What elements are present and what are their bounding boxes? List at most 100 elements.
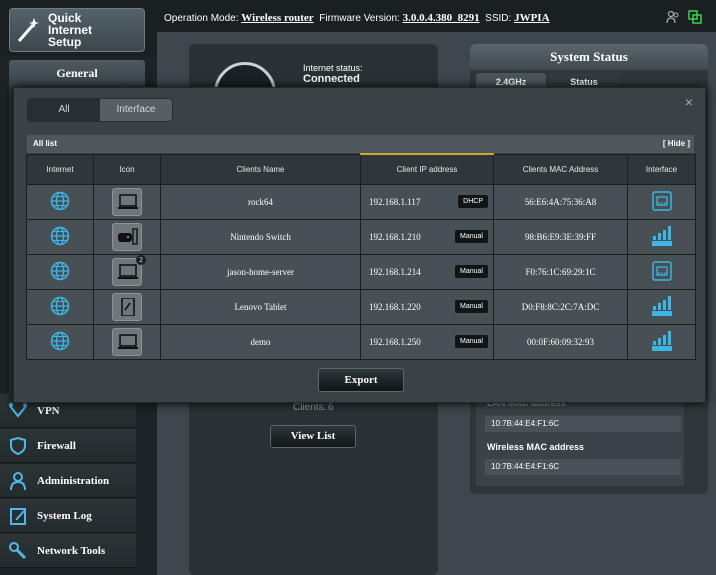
icon-cell[interactable] [93, 323, 161, 360]
list-header: All list [ Hide ] [27, 135, 694, 153]
operation-mode-label: Operation Mode: [164, 13, 239, 24]
interface-cell [627, 218, 696, 255]
tools-icon [9, 541, 27, 559]
general-header: General [9, 60, 145, 86]
laptop-icon[interactable]: 2 [112, 254, 146, 286]
icon-cell[interactable]: 2 [93, 253, 161, 290]
client-name[interactable]: demo [160, 323, 361, 360]
column-header-mac[interactable]: Clients MAC Address [493, 153, 628, 185]
client-ip: 192.168.1.214 [369, 266, 421, 277]
wifi-2.4g-icon [651, 330, 673, 354]
column-header-icon[interactable]: Icon [93, 153, 161, 185]
sidebar-item-label: Administration [37, 474, 110, 487]
view-list-button[interactable]: View List [270, 425, 356, 448]
table-row[interactable]: Lenovo Tablet 192.168.1.220 Manual D0:F8:8C… [26, 288, 696, 325]
shield-icon [10, 436, 26, 455]
vpn-icon [9, 402, 27, 418]
lan-mac-value: 10:7B:44:E4:F1:6C [485, 416, 681, 432]
internet-status-value: Connected [303, 73, 360, 85]
wireless-mac-label: Wireless MAC address [487, 442, 584, 452]
firmware-link[interactable]: 3.0.0.4.380_8291 [403, 12, 480, 24]
ssid-link[interactable]: JWPIA [514, 12, 549, 24]
ip-type-badge: Manual [455, 299, 488, 313]
globe-icon[interactable] [50, 331, 70, 353]
table-row[interactable]: 2 jason-home-server 192.168.1.214 Manual F0:… [26, 253, 696, 290]
sidebar-item-system-log[interactable]: System Log [0, 499, 136, 533]
table-row[interactable]: rock64 192.168.1.117 DHCP 56:E6:4A:75:36:A8 [26, 183, 696, 220]
icon-cell[interactable] [93, 218, 161, 255]
client-mac: 98:B6:E9:3E:39:FF [493, 218, 628, 255]
client-name[interactable]: Lenovo Tablet [160, 288, 361, 325]
client-list-modal: All Interface × All list [ Hide ] Intern… [13, 87, 706, 403]
globe-icon[interactable] [50, 296, 70, 318]
globe-icon[interactable] [50, 261, 70, 283]
magic-wand-icon [17, 18, 39, 42]
internet-status-label: Internet status: [303, 63, 363, 73]
internet-cell[interactable] [26, 218, 94, 255]
clients-count: 6 [328, 402, 334, 413]
table-row[interactable]: demo 192.168.1.250 Manual 00:0F:60:09:32:93 [26, 323, 696, 360]
users-icon[interactable] [666, 10, 680, 24]
gamepad-icon[interactable] [112, 222, 142, 251]
globe-icon[interactable] [50, 226, 70, 248]
client-mac: F0:76:1C:69:29:1C [493, 253, 628, 290]
operation-mode-link[interactable]: Wireless router [241, 12, 313, 24]
internet-cell[interactable] [26, 323, 94, 360]
internet-cell[interactable] [26, 253, 94, 290]
laptop-icon[interactable] [112, 327, 142, 356]
client-ip: 192.168.1.220 [369, 301, 421, 312]
ethernet-icon [651, 260, 672, 283]
client-name[interactable]: jason-home-server [160, 253, 361, 290]
column-header-client-ip[interactable]: Client IP address [360, 153, 494, 185]
system-status-title: System Status [470, 44, 708, 70]
log-icon [10, 507, 26, 525]
ssid-label: SSID: [485, 13, 512, 24]
client-ip-cell: 192.168.1.250 Manual [360, 323, 494, 360]
tablet-icon[interactable] [112, 292, 142, 321]
sidebar-item-network-tools[interactable]: Network Tools [0, 534, 136, 568]
clients-label: Clients: [293, 402, 327, 413]
column-header-internet[interactable]: Internet [26, 153, 94, 185]
client-ip: 192.168.1.117 [369, 196, 421, 207]
globe-icon[interactable] [50, 191, 70, 213]
client-ip-cell: 192.168.1.220 Manual [360, 288, 494, 325]
client-mac: 56:E6:4A:75:36:A8 [493, 183, 628, 220]
column-header-interface[interactable]: Interface [627, 153, 696, 185]
sidebar-item-label: Network Tools [37, 544, 106, 557]
sidebar-item-label: VPN [37, 404, 60, 417]
sidebar-item-administration[interactable]: Administration [0, 464, 136, 498]
ip-type-badge: Manual [455, 264, 488, 278]
client-name[interactable]: rock64 [160, 183, 361, 220]
interface-cell [627, 323, 696, 360]
internet-cell[interactable] [26, 183, 94, 220]
tab-interface[interactable]: Interface [100, 99, 172, 121]
table-row[interactable]: Nintendo Switch 192.168.1.210 Manual 98:B6:… [26, 218, 696, 255]
device-count-badge: 2 [136, 254, 146, 265]
column-header-client-name[interactable]: Clients Name [160, 153, 361, 185]
ethernet-icon [651, 190, 672, 213]
ip-type-badge: Manual [455, 229, 488, 243]
sidebar: General [9, 60, 145, 86]
ip-type-badge: DHCP [458, 194, 488, 208]
client-name[interactable]: Nintendo Switch [160, 218, 361, 255]
user-icon [10, 471, 26, 490]
status-line: Operation Mode: Wireless router Firmware… [164, 12, 550, 24]
hide-link[interactable]: [ Hide ] [663, 135, 690, 153]
laptop-icon[interactable] [112, 187, 142, 216]
client-mac: D0:F8:8C:2C:7A:DC [493, 288, 628, 325]
list-title: All list [33, 139, 58, 148]
close-icon[interactable]: × [685, 94, 693, 110]
internet-cell[interactable] [26, 288, 94, 325]
usb-icon[interactable] [688, 10, 702, 24]
icon-cell[interactable] [93, 288, 161, 325]
tab-all[interactable]: All [28, 99, 100, 121]
export-button[interactable]: Export [318, 368, 404, 392]
wifi-2.4g-icon [651, 225, 673, 249]
client-ip-cell: 192.168.1.117 DHCP [360, 183, 494, 220]
client-ip-cell: 192.168.1.210 Manual [360, 218, 494, 255]
modal-tab-group: All Interface [27, 98, 173, 122]
icon-cell[interactable] [93, 183, 161, 220]
interface-cell [627, 183, 696, 220]
sidebar-item-firewall[interactable]: Firewall [0, 429, 136, 463]
quick-internet-setup-button[interactable]: Quick Internet Setup [9, 8, 145, 52]
